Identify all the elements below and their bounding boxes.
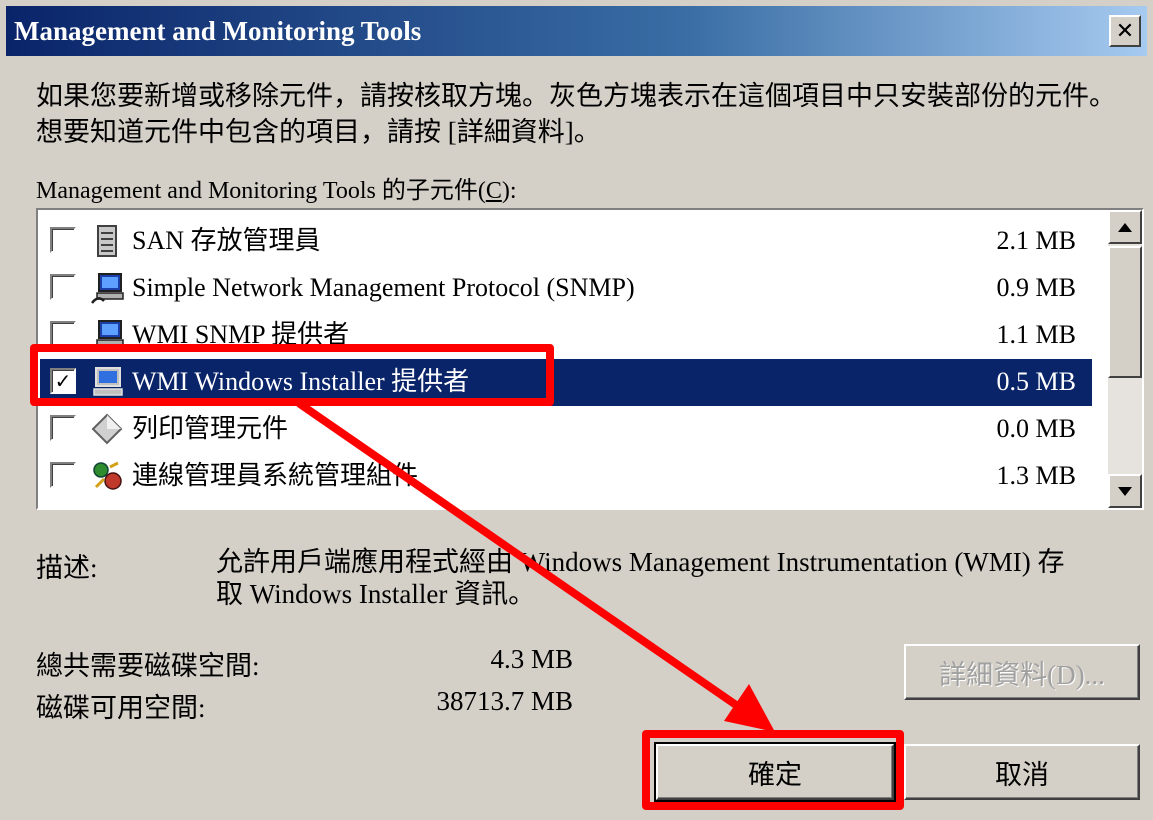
total-space-label: 總共需要磁碟空間:: [36, 651, 260, 681]
ok-button[interactable]: 確定: [654, 742, 896, 802]
checkbox[interactable]: [50, 274, 76, 300]
checkbox-checked[interactable]: ✓: [50, 368, 76, 394]
cancel-button[interactable]: 取消: [904, 744, 1140, 800]
item-label: WMI SNMP 提供者: [132, 320, 350, 349]
list-item-wmi-windows-installer[interactable]: ✓ WMI Windows Installer 提供者 0.5 MB: [40, 359, 1092, 406]
item-label: 連線管理員系統管理組件: [132, 461, 419, 490]
arrow-up-icon: [1118, 222, 1132, 232]
item-size: 1.3 MB: [996, 461, 1076, 490]
components-list-label: Management and Monitoring Tools 的子元件(C):: [36, 170, 517, 205]
checkbox[interactable]: [50, 509, 76, 510]
list-item-snmp[interactable]: Simple Network Management Protocol (SNMP…: [40, 265, 1092, 312]
free-space-label: 磁碟可用空間:: [36, 693, 206, 723]
dialog-window: Management and Monitoring Tools ✕ 如果您要新增…: [0, 0, 1153, 820]
list-label-accel: C: [485, 178, 502, 204]
item-size: 0.9 MB: [996, 273, 1076, 302]
list-item-partial[interactable]: [40, 500, 1092, 510]
description-text: 允許用戶端應用程式經由 Windows Management Instrumen…: [216, 547, 1065, 609]
network-computer-icon: [91, 320, 124, 351]
checkbox[interactable]: [50, 321, 76, 347]
red-component-icon: [90, 506, 124, 510]
details-button[interactable]: 詳細資料(D)...: [904, 644, 1140, 700]
title-bar[interactable]: Management and Monitoring Tools ✕: [6, 6, 1147, 56]
item-size: 0.0 MB: [996, 414, 1076, 443]
item-size: 0.5 MB: [996, 367, 1076, 396]
item-size: 1.1 MB: [996, 320, 1076, 349]
list-item-connection-manager[interactable]: 連線管理員系統管理組件 1.3 MB: [40, 453, 1092, 500]
description-label: 描述:: [36, 553, 98, 583]
list-label-prefix: Management and Monitoring Tools 的子元件(: [36, 178, 486, 204]
item-label: SAN 存放管理員: [132, 226, 321, 255]
instructions-text: 如果您要新增或移除元件，請按核取方塊。灰色方塊表示在這個項目中只安裝部份的元件。…: [36, 81, 1116, 147]
checkbox[interactable]: [50, 227, 76, 253]
arrow-down-icon: [1118, 486, 1132, 496]
server-icon: [97, 225, 117, 257]
close-button[interactable]: ✕: [1109, 15, 1141, 47]
diamond-icon: [91, 413, 123, 445]
close-icon: ✕: [1115, 18, 1135, 44]
free-space-value: 38713.7 MB: [436, 686, 573, 716]
network-computer-icon: [91, 273, 124, 304]
checkbox[interactable]: [50, 462, 76, 488]
total-space-value: 4.3 MB: [490, 644, 573, 674]
item-label: WMI Windows Installer 提供者: [132, 367, 470, 396]
item-size: 2.1 MB: [996, 226, 1076, 255]
list-label-suffix: ):: [501, 178, 517, 204]
checkbox[interactable]: [50, 415, 76, 441]
item-label: Simple Network Management Protocol (SNMP…: [132, 273, 635, 302]
item-label: 列印管理元件: [132, 414, 289, 443]
list-item-print-management[interactable]: 列印管理元件 0.0 MB: [40, 406, 1092, 453]
list-item-wmi-snmp[interactable]: WMI SNMP 提供者 1.1 MB: [40, 312, 1092, 359]
scroll-up-button[interactable]: [1108, 210, 1142, 244]
components-listbox[interactable]: SAN 存放管理員 2.1 MB Simple Network Manageme…: [36, 208, 1144, 510]
computer-icon: [93, 367, 123, 396]
connection-manager-icon: [93, 461, 122, 490]
window-title: Management and Monitoring Tools: [14, 16, 422, 46]
list-scrollbar[interactable]: [1108, 210, 1142, 508]
list-item-san-storage[interactable]: SAN 存放管理員 2.1 MB: [40, 218, 1092, 265]
scroll-down-button[interactable]: [1108, 474, 1142, 508]
scroll-thumb[interactable]: [1108, 246, 1142, 378]
